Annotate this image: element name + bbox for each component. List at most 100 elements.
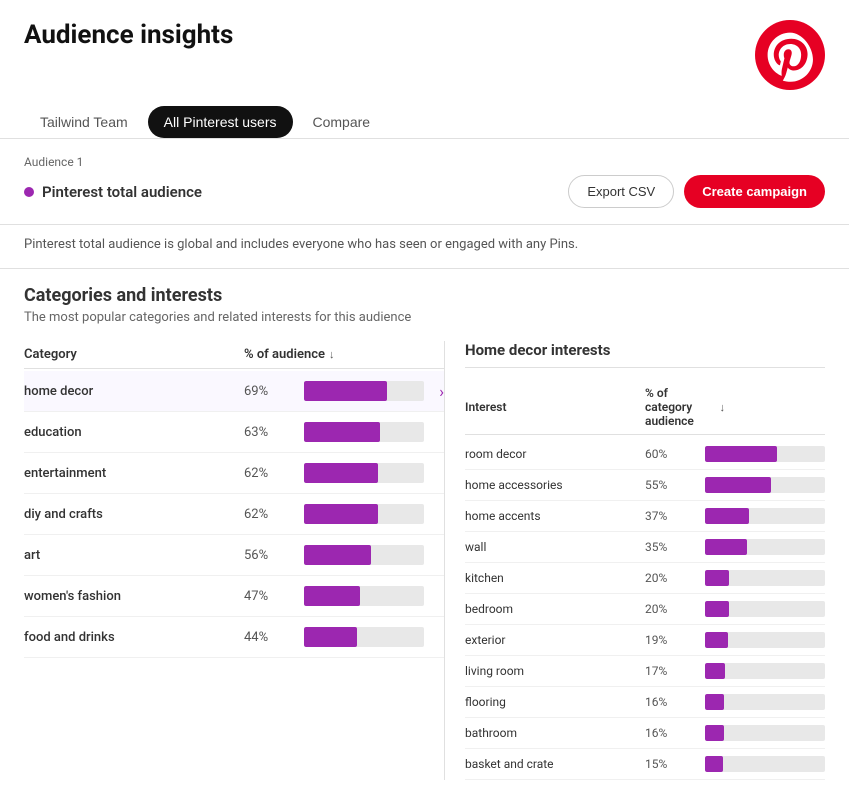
category-bar <box>304 381 424 401</box>
page-header: Audience insights <box>0 0 849 90</box>
interest-bar <box>705 756 825 772</box>
interests-header: Interest % of category audience ↓ <box>465 380 825 435</box>
interest-name: exterior <box>465 633 645 647</box>
interest-bar-fill <box>705 539 747 555</box>
category-bar-fill <box>304 463 378 483</box>
table-row[interactable]: education 63% <box>24 412 444 453</box>
category-bar <box>304 463 424 483</box>
interest-name: living room <box>465 664 645 678</box>
list-item: wall 35% <box>465 532 825 563</box>
interest-bar-fill <box>705 632 728 648</box>
tab-tailwind-team[interactable]: Tailwind Team <box>24 106 144 138</box>
interest-bar-fill <box>705 694 724 710</box>
category-bar <box>304 422 424 442</box>
category-pct: 62% <box>244 507 304 522</box>
category-col-label: Category <box>24 347 77 362</box>
table-row[interactable]: women's fashion 47% <box>24 576 444 617</box>
table-row[interactable]: home decor 69% › <box>24 371 444 412</box>
interest-bar <box>705 725 825 741</box>
list-item: basket and crate 15% <box>465 749 825 780</box>
table-row[interactable]: food and drinks 44% <box>24 617 444 658</box>
audience-label: Audience 1 <box>24 155 825 169</box>
section-title: Categories and interests <box>24 285 825 306</box>
interests-rows: room decor 60% home accessories 55% home… <box>465 439 825 780</box>
category-bar-fill <box>304 586 360 606</box>
category-pct: 47% <box>244 589 304 604</box>
categories-table: Category % of audience ↓ home decor 69% … <box>24 341 444 780</box>
interest-pct: 16% <box>645 726 705 740</box>
interest-name: home accessories <box>465 478 645 492</box>
table-row[interactable]: art 56% <box>24 535 444 576</box>
table-header: Category % of audience ↓ <box>24 341 444 369</box>
interest-bar-fill <box>705 725 724 741</box>
interest-bar <box>705 601 825 617</box>
audience-name: Pinterest total audience <box>24 183 202 201</box>
create-campaign-button[interactable]: Create campaign <box>684 175 825 208</box>
category-bar-fill <box>304 422 380 442</box>
sort-arrow-icon: ↓ <box>329 348 335 361</box>
pinterest-logo <box>755 20 825 90</box>
category-bar <box>304 586 424 606</box>
table-row[interactable]: entertainment 62% <box>24 453 444 494</box>
category-bar <box>304 504 424 524</box>
audience-info: Pinterest total audience Export CSV Crea… <box>24 175 825 208</box>
interest-pct-label: % of category audience <box>645 386 716 428</box>
category-bar-fill <box>304 545 371 565</box>
interest-pct: 19% <box>645 633 705 647</box>
interest-name-header: Interest <box>465 386 645 428</box>
interest-name: wall <box>465 540 645 554</box>
interest-bar <box>705 694 825 710</box>
audience-name-text: Pinterest total audience <box>42 183 202 201</box>
interest-pct: 60% <box>645 447 705 461</box>
interest-pct: 55% <box>645 478 705 492</box>
interests-panel: Home decor interests Interest % of categ… <box>444 341 825 780</box>
section-subtitle: The most popular categories and related … <box>24 310 825 325</box>
category-pct: 44% <box>244 630 304 645</box>
interest-name: flooring <box>465 695 645 709</box>
category-bar <box>304 545 424 565</box>
category-bar-fill <box>304 381 387 401</box>
interest-bar-fill <box>705 508 749 524</box>
table-row[interactable]: diy and crafts 62% <box>24 494 444 535</box>
category-pct: 69% <box>244 384 304 399</box>
category-name: home decor <box>24 384 244 399</box>
interest-bar <box>705 632 825 648</box>
list-item: living room 17% <box>465 656 825 687</box>
category-bar-fill <box>304 627 357 647</box>
category-name: art <box>24 548 244 563</box>
interest-bar-fill <box>705 570 729 586</box>
interest-bar-fill <box>705 663 725 679</box>
interest-pct: 20% <box>645 571 705 585</box>
categories-section: Categories and interests The most popula… <box>0 269 849 796</box>
category-name: women's fashion <box>24 589 244 604</box>
tab-compare[interactable]: Compare <box>297 106 387 138</box>
chevron-right-icon: › <box>424 382 444 401</box>
list-item: bedroom 20% <box>465 594 825 625</box>
interest-pct: 35% <box>645 540 705 554</box>
interest-pct: 16% <box>645 695 705 709</box>
interest-name: bathroom <box>465 726 645 740</box>
category-bar-fill <box>304 504 378 524</box>
interest-name: kitchen <box>465 571 645 585</box>
audience-dot-icon <box>24 187 34 197</box>
interest-bar-fill <box>705 477 771 493</box>
list-item: home accents 37% <box>465 501 825 532</box>
category-name: education <box>24 425 244 440</box>
interest-bar <box>705 477 825 493</box>
category-pct: 62% <box>244 466 304 481</box>
tabs-nav: Tailwind Team All Pinterest users Compar… <box>0 90 849 139</box>
interest-bar <box>705 508 825 524</box>
categories-rows: home decor 69% › education 63% entertain… <box>24 371 444 658</box>
audience-section: Audience 1 Pinterest total audience Expo… <box>0 139 849 225</box>
tab-all-pinterest[interactable]: All Pinterest users <box>148 106 293 138</box>
category-name: diy and crafts <box>24 507 244 522</box>
category-pct: 56% <box>244 548 304 563</box>
page-title: Audience insights <box>24 20 233 50</box>
audience-actions: Export CSV Create campaign <box>568 175 825 208</box>
interests-title: Home decor interests <box>465 341 825 368</box>
export-csv-button[interactable]: Export CSV <box>568 175 674 208</box>
interest-bar <box>705 446 825 462</box>
interest-bar <box>705 539 825 555</box>
list-item: flooring 16% <box>465 687 825 718</box>
interest-name-label: Interest <box>465 400 507 414</box>
